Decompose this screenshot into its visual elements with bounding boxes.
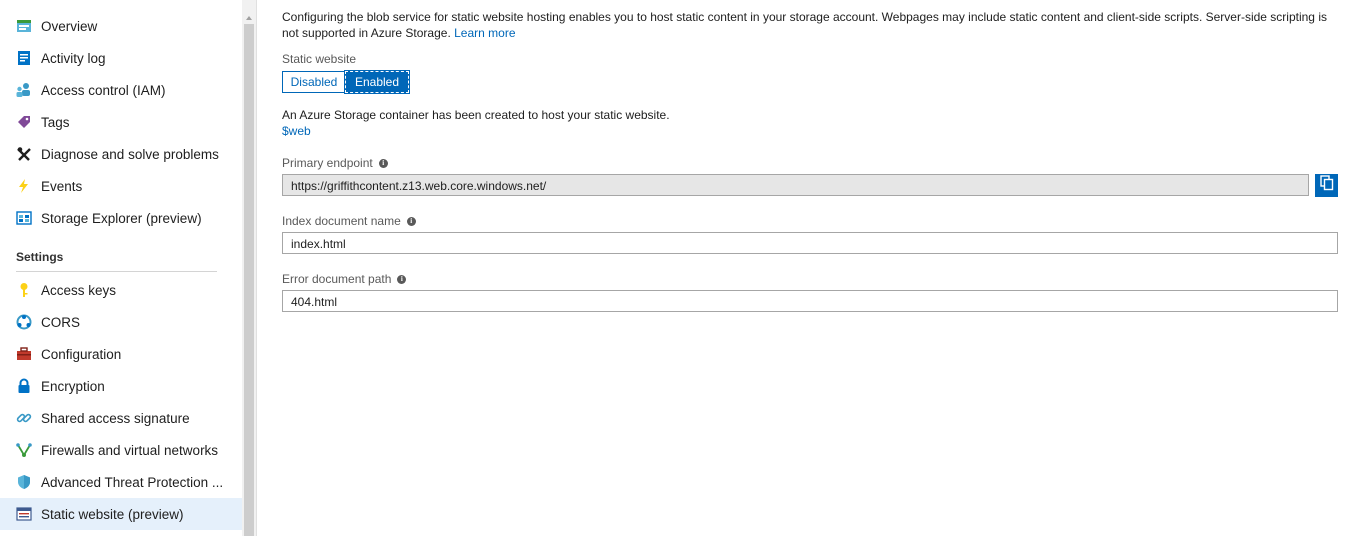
- sidebar-item-activity-log[interactable]: Activity log: [0, 42, 242, 74]
- sidebar-item-cors[interactable]: CORS: [0, 306, 242, 338]
- info-icon[interactable]: i: [397, 274, 407, 284]
- disabled-toggle-button[interactable]: Disabled: [282, 71, 345, 93]
- sidebar-item-encryption[interactable]: Encryption: [0, 370, 242, 402]
- info-icon[interactable]: i: [378, 158, 388, 168]
- error-document-label-text: Error document path: [282, 272, 392, 286]
- section-divider: [16, 271, 217, 272]
- copy-icon: [1319, 175, 1334, 196]
- sidebar-item-advanced-threat-protection[interactable]: Advanced Threat Protection ...: [0, 466, 242, 498]
- web-container-link[interactable]: $web: [282, 124, 311, 138]
- error-document-label: Error document path i: [282, 272, 407, 286]
- sidebar-item-tags[interactable]: Tags: [0, 106, 242, 138]
- sidebar-item-label: Configuration: [41, 346, 122, 362]
- index-document-label: Index document name i: [282, 214, 416, 228]
- scroll-up-arrow-icon[interactable]: [244, 10, 254, 20]
- sidebar-item-label: Firewalls and virtual networks: [41, 442, 219, 458]
- sidebar-item-label: Overview: [41, 18, 98, 34]
- wrench-cross-icon: [15, 145, 33, 163]
- key-icon: [15, 281, 33, 299]
- link-icon: [15, 409, 33, 427]
- scrollbar-thumb[interactable]: [244, 24, 254, 536]
- sidebar-item-label: CORS: [41, 314, 81, 330]
- sidebar-item-label: Encryption: [41, 378, 105, 394]
- settings-section-header: Settings: [16, 250, 64, 264]
- activity-log-icon: [15, 49, 33, 67]
- sidebar-item-label: Advanced Threat Protection ...: [41, 474, 224, 490]
- sidebar-item-label: Access keys: [41, 282, 117, 298]
- sidebar-item-access-control[interactable]: Access control (IAM): [0, 74, 242, 106]
- sidebar-item-label: Access control (IAM): [41, 82, 166, 98]
- primary-endpoint-label: Primary endpoint i: [282, 156, 388, 170]
- sidebar-item-access-keys[interactable]: Access keys: [0, 274, 242, 306]
- sidebar-item-label: Storage Explorer (preview): [41, 210, 202, 226]
- primary-endpoint-field[interactable]: https://griffithcontent.z13.web.core.win…: [282, 174, 1309, 196]
- static-website-icon: [15, 505, 33, 523]
- static-website-label: Static website: [282, 52, 357, 66]
- learn-more-link[interactable]: Learn more: [454, 26, 515, 40]
- tag-icon: [15, 113, 33, 131]
- description-text: Configuring the blob service for static …: [282, 9, 1342, 41]
- primary-endpoint-label-text: Primary endpoint: [282, 156, 373, 170]
- sidebar-item-overview[interactable]: Overview: [0, 10, 242, 42]
- index-document-input[interactable]: index.html: [282, 232, 1338, 254]
- description-body: Configuring the blob service for static …: [282, 10, 1327, 40]
- firewall-icon: [15, 441, 33, 459]
- index-document-label-text: Index document name: [282, 214, 401, 228]
- error-document-input[interactable]: 404.html: [282, 290, 1338, 312]
- sidebar-item-shared-access-signature[interactable]: Shared access signature: [0, 402, 242, 434]
- enabled-toggle-button[interactable]: Enabled: [344, 70, 410, 94]
- sidebar-item-static-website[interactable]: Static website (preview): [0, 498, 242, 530]
- container-message: An Azure Storage container has been crea…: [282, 108, 670, 122]
- cors-icon: [15, 313, 33, 331]
- pane-divider: [256, 0, 257, 536]
- sidebar-item-storage-explorer[interactable]: Storage Explorer (preview): [0, 202, 242, 234]
- copy-to-clipboard-button[interactable]: [1315, 174, 1338, 197]
- sidebar-item-label: Tags: [41, 114, 70, 130]
- storage-explorer-icon: [15, 209, 33, 227]
- sidebar-item-label: Diagnose and solve problems: [41, 146, 219, 162]
- sidebar-item-diagnose[interactable]: Diagnose and solve problems: [0, 138, 242, 170]
- sidebar-item-label: Static website (preview): [41, 506, 184, 522]
- iam-people-icon: [15, 81, 33, 99]
- shield-icon: [15, 473, 33, 491]
- overview-icon: [15, 17, 33, 35]
- sidebar-item-configuration[interactable]: Configuration: [0, 338, 242, 370]
- toolbox-icon: [15, 345, 33, 363]
- sidebar-item-label: Events: [41, 178, 83, 194]
- static-website-toggle: Disabled Enabled: [282, 70, 410, 94]
- sidebar-item-events[interactable]: Events: [0, 170, 242, 202]
- sidebar-item-label: Shared access signature: [41, 410, 190, 426]
- lightning-icon: [15, 177, 33, 195]
- info-icon[interactable]: i: [406, 216, 416, 226]
- sidebar-item-firewalls[interactable]: Firewalls and virtual networks: [0, 434, 242, 466]
- sidebar: Overview Activity log Access control (IA…: [0, 0, 242, 536]
- sidebar-item-label: Activity log: [41, 50, 106, 66]
- lock-icon: [15, 377, 33, 395]
